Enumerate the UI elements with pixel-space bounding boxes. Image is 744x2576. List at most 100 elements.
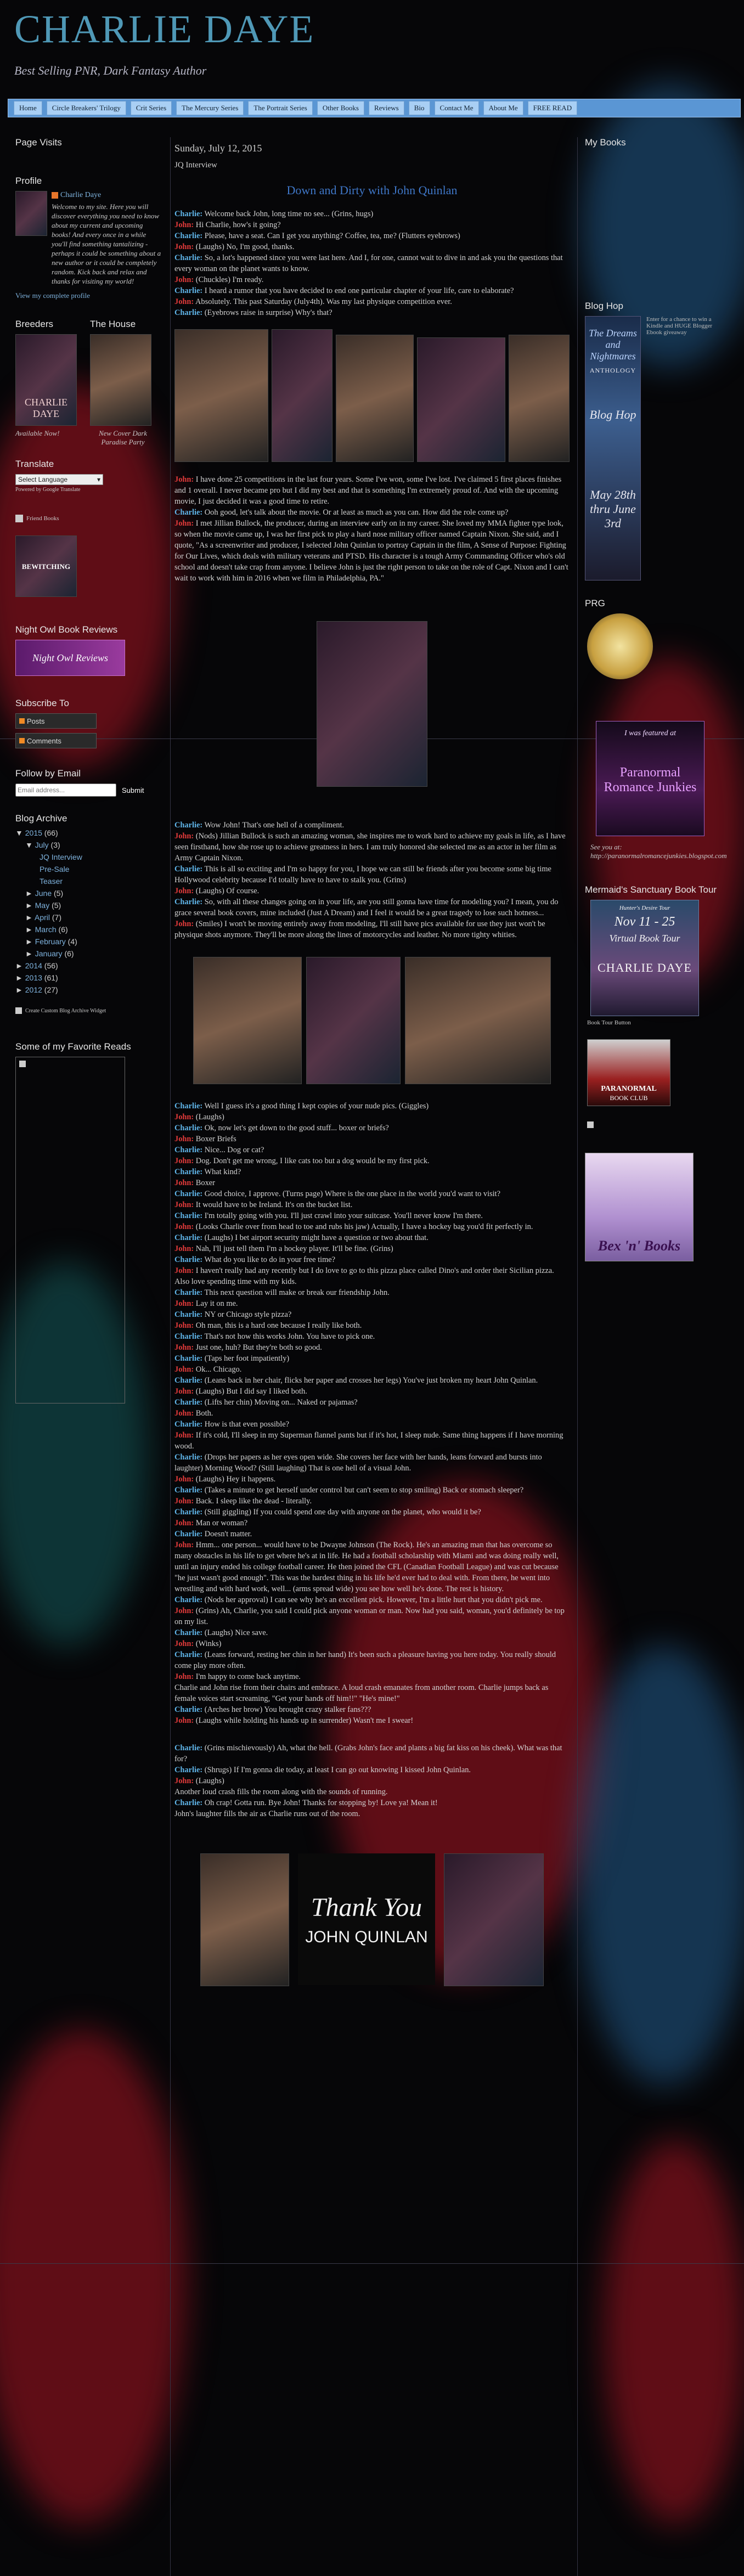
- speaker-charlie: Charlie:: [174, 1486, 203, 1495]
- dialogue-text: If it's cold, I'll sleep in my Superman …: [174, 1431, 563, 1451]
- photo[interactable]: [200, 1853, 289, 1986]
- paranormal-book-club-badge[interactable]: PARANORMAL BOOK CLUB: [587, 1039, 670, 1106]
- blog-hop-banner[interactable]: The Dreams and Nightmares ANTHOLOGY Blog…: [585, 316, 641, 580]
- speaker-charlie: Charlie:: [174, 508, 203, 517]
- nav-tab-free-read[interactable]: FREE READ: [527, 101, 578, 115]
- photo[interactable]: [508, 335, 570, 462]
- archive-item[interactable]: ▼ July (3): [15, 841, 164, 849]
- night-owl-badge[interactable]: Night Owl Reviews: [15, 640, 125, 676]
- house-cover[interactable]: [90, 334, 151, 426]
- thank-you-line1: Thank You: [311, 1892, 422, 1922]
- nav-tab-portrait-series[interactable]: The Portrait Series: [248, 101, 313, 115]
- speaker-charlie: Charlie:: [174, 821, 203, 830]
- subscribe-comments-label: Comments: [27, 736, 61, 745]
- photo[interactable]: [272, 329, 333, 462]
- speaker-charlie: Charlie:: [174, 1628, 203, 1637]
- archive-item[interactable]: JQ Interview: [15, 853, 164, 861]
- bewitching-label: BEWITCHING: [21, 562, 71, 571]
- photo[interactable]: [444, 1853, 544, 1986]
- bex-n-books-badge[interactable]: Bex 'n' Books: [585, 1153, 694, 1261]
- dialogue-line: Charlie: (Laughs) I bet airport security…: [174, 1232, 570, 1243]
- subscribe-posts-button[interactable]: Posts: [15, 713, 97, 729]
- archive-item[interactable]: ► 2014 (56): [15, 961, 164, 970]
- dialogue-line: John: (Winks): [174, 1638, 570, 1649]
- archive-item[interactable]: ► May (5): [15, 901, 164, 910]
- speaker-charlie: Charlie:: [174, 286, 203, 295]
- dialogue-line: Charlie: NY or Chicago style pizza?: [174, 1309, 570, 1320]
- nav-tab-bio[interactable]: Bio: [408, 101, 430, 115]
- photo[interactable]: [405, 957, 551, 1084]
- nav-tab-crit-series[interactable]: Crit Series: [130, 101, 172, 115]
- speaker-charlie: Charlie:: [174, 1146, 203, 1154]
- speaker-john: John:: [174, 1321, 194, 1330]
- photo[interactable]: [193, 957, 302, 1084]
- profile-photo[interactable]: [15, 191, 47, 236]
- prj-note[interactable]: See you at: http://paranormalromancejunk…: [590, 843, 727, 860]
- dialogue-block: Charlie: Wow John! That's one hell of a …: [174, 820, 570, 940]
- archive-item[interactable]: ► 2012 (27): [15, 985, 164, 994]
- dialogue-text: What do you like to do in your free time…: [202, 1255, 336, 1264]
- photo[interactable]: [317, 621, 427, 787]
- archive-item[interactable]: ▼ 2015 (66): [15, 828, 164, 837]
- profile-name-link[interactable]: Charlie Daye: [60, 191, 101, 200]
- dialogue-text: How is that even possible?: [202, 1420, 290, 1429]
- archive-item[interactable]: Teaser: [15, 877, 164, 886]
- speaker-charlie: Charlie:: [174, 1376, 203, 1385]
- tour-line2: Nov 11 - 25: [614, 915, 675, 929]
- dialogue-text: NY or Chicago style pizza?: [202, 1310, 292, 1319]
- nav-tab-contact[interactable]: Contact Me: [434, 101, 479, 115]
- nav-tab-reviews[interactable]: Reviews: [368, 101, 404, 115]
- speaker-john: John:: [174, 1639, 194, 1648]
- archive-item[interactable]: ► April (7): [15, 913, 164, 922]
- archive-widget-link[interactable]: Create Custom Blog Archive Widget: [25, 1008, 106, 1014]
- speaker-john: John:: [174, 1497, 194, 1506]
- post-title[interactable]: JQ Interview: [174, 161, 570, 170]
- dialogue-text: (Nods) Jillian Bullock is such an amazin…: [174, 832, 566, 863]
- speaker-john: John:: [174, 475, 194, 484]
- breeders-cover[interactable]: CHARLIE DAYE: [15, 334, 77, 426]
- dialogue-line: John: I have done 25 competitions in the…: [174, 474, 570, 507]
- archive-item[interactable]: ► January (6): [15, 949, 164, 958]
- archive-item[interactable]: Pre-Sale: [15, 865, 164, 873]
- email-field[interactable]: [15, 783, 116, 797]
- dialogue-text: What kind?: [202, 1168, 241, 1176]
- archive-item[interactable]: ► 2013 (61): [15, 973, 164, 982]
- dialogue-line: Charlie: Well I guess it's a good thing …: [174, 1101, 570, 1112]
- book-tour-button[interactable]: Hunter's Desire Tour Nov 11 - 25 Virtual…: [590, 900, 699, 1016]
- translate-select[interactable]: Select Language ▾: [15, 474, 103, 485]
- dialogue-text: Wow John! That's one hell of a complimen…: [202, 821, 345, 830]
- dialogue-text: I'm happy to come back anytime.: [194, 1672, 301, 1681]
- nav-tab-other-books[interactable]: Other Books: [317, 101, 364, 115]
- blog-hop-note: Enter for a chance to win a Kindle and H…: [646, 316, 713, 336]
- prg-badge[interactable]: [587, 613, 653, 679]
- speaker-john: John:: [174, 1200, 194, 1209]
- nav-tab-home[interactable]: Home: [14, 101, 42, 115]
- photo[interactable]: [336, 335, 414, 462]
- photo-row: [174, 329, 570, 462]
- photo[interactable]: [416, 337, 505, 462]
- photo[interactable]: [306, 957, 401, 1084]
- photo[interactable]: [174, 329, 269, 462]
- dialogue-text: (Laughs) Hey it happens.: [194, 1475, 276, 1484]
- archive-item[interactable]: ► March (6): [15, 925, 164, 934]
- prj-badge[interactable]: I was featured at Paranormal Romance Jun…: [596, 721, 704, 836]
- subscribe-title: Subscribe To: [15, 698, 69, 708]
- house-title: The House: [90, 319, 136, 329]
- bewitching-badge[interactable]: BEWITCHING: [15, 536, 77, 597]
- archive-item[interactable]: ► February (4): [15, 937, 164, 946]
- speaker-charlie: Charlie:: [174, 1255, 203, 1264]
- nav-tab-mercury-series[interactable]: The Mercury Series: [176, 101, 244, 115]
- dialogue-text: (Shrugs) If I'm gonna die today, at leas…: [202, 1766, 471, 1774]
- feed-link[interactable]: Friend Books: [26, 515, 59, 522]
- header: CHARLIE DAYE Best Selling PNR, Dark Fant…: [0, 0, 744, 99]
- archive-item[interactable]: ► June (5): [15, 889, 164, 898]
- view-profile-link[interactable]: View my complete profile: [15, 291, 164, 300]
- dialogue-text: (Leans back in her chair, flicks her pap…: [202, 1376, 538, 1385]
- dialogue-text: (Smiles) I won't be moving entirely away…: [174, 920, 545, 939]
- dialogue-line: John: (Laughs while holding his hands up…: [174, 1715, 570, 1726]
- nav-tab-about[interactable]: About Me: [483, 101, 523, 115]
- nav-tab-circle-breakers[interactable]: Circle Breakers' Trilogy: [46, 101, 126, 115]
- subscribe-comments-button[interactable]: Comments: [15, 733, 97, 748]
- blog-title[interactable]: CHARLIE DAYE: [14, 7, 314, 52]
- submit-button[interactable]: Submit: [122, 786, 144, 794]
